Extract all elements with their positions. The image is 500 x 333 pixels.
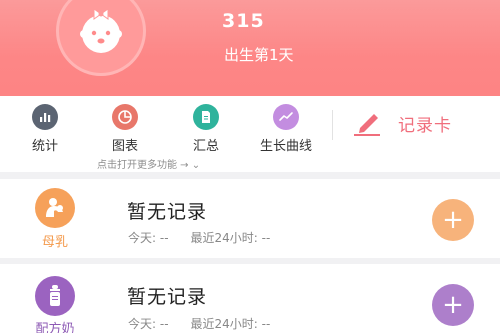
mother-breastfeeding-icon: [35, 188, 75, 228]
baby-name: 315: [222, 10, 265, 32]
feeding-card-formula[interactable]: 配方奶 暂无记录 今天: -- 最近24小时: -- +: [0, 264, 500, 333]
more-functions-hint[interactable]: 点击打开更多功能 → ⌄: [97, 156, 200, 171]
record-stats: 今天: -- 最近24小时: --: [128, 315, 270, 332]
add-record-button[interactable]: +: [432, 199, 474, 241]
tool-label: 生长曲线: [259, 139, 312, 154]
recent-24h-stat: 最近24小时: --: [190, 317, 271, 331]
toolbar-divider: [332, 110, 333, 140]
growth-curve-icon: [273, 104, 299, 130]
tool-summary[interactable]: 汇总: [176, 104, 236, 154]
bar-chart-icon: [32, 104, 58, 130]
baby-age: 出生第1天: [224, 46, 294, 64]
add-record-button[interactable]: +: [432, 284, 474, 326]
tool-charts[interactable]: 图表: [95, 104, 155, 154]
tool-label: 图表: [111, 139, 138, 154]
plus-icon: +: [442, 290, 464, 320]
function-toolbar: 统计 图表 汇总 生长曲线 记录卡 点击打开更多功能 → ⌄: [0, 96, 500, 172]
baby-bottle-icon: [35, 276, 75, 316]
tool-statistics[interactable]: 统计: [15, 104, 75, 154]
record-title: 暂无记录: [127, 286, 208, 308]
recent-24h-stat: 最近24小时: --: [190, 231, 271, 245]
baby-girl-avatar-icon: [80, 8, 122, 53]
profile-header: 315 出生第1天: [0, 0, 500, 96]
tool-label: 统计: [31, 139, 58, 154]
pencil-icon: [354, 114, 380, 136]
record-stats: 今天: -- 最近24小时: --: [128, 229, 270, 246]
avatar[interactable]: [56, 0, 146, 76]
feeding-card-breastmilk[interactable]: 母乳 暂无记录 今天: -- 最近24小时: -- +: [0, 179, 500, 258]
feeding-type-label: 配方奶: [35, 322, 75, 333]
feeding-type-label: 母乳: [41, 235, 68, 250]
today-stat: 今天: --: [128, 317, 169, 331]
tool-growth-curve[interactable]: 生长曲线: [256, 104, 316, 154]
pie-chart-icon: [112, 104, 138, 130]
record-title: 暂无记录: [127, 201, 208, 223]
plus-icon: +: [442, 205, 464, 235]
record-card-button[interactable]: 记录卡: [352, 110, 452, 136]
record-card-label: 记录卡: [398, 115, 452, 136]
document-icon: [193, 104, 219, 130]
today-stat: 今天: --: [128, 231, 169, 245]
tool-label: 汇总: [192, 139, 219, 154]
